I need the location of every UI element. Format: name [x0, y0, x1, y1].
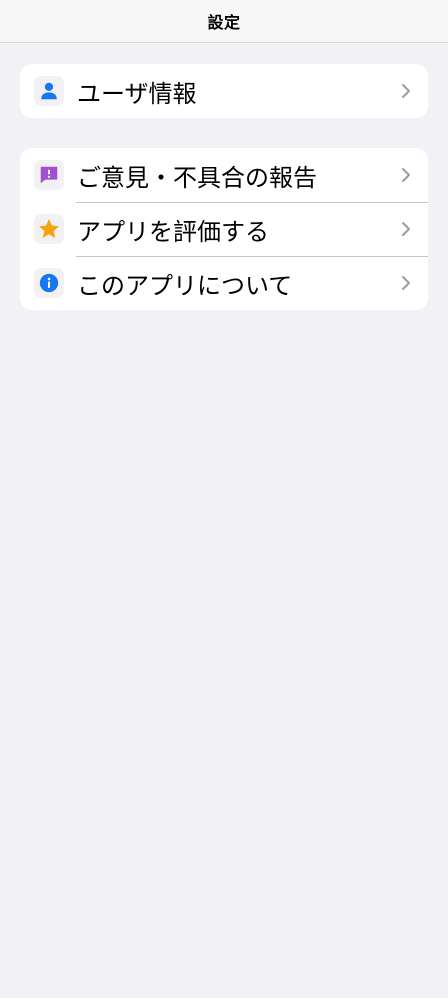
settings-row-label: ユーザ情報: [77, 79, 197, 108]
settings-row-label: アプリを評価する: [77, 217, 269, 246]
chevron-right-icon: [401, 167, 411, 183]
settings-group-app: ご意見・不具合の報告 アプリを評価する このアプリについて: [20, 148, 428, 310]
star-icon: [34, 214, 64, 244]
settings-group-account: ユーザ情報: [20, 64, 428, 118]
chevron-right-icon: [401, 83, 411, 99]
settings-row-label: このアプリについて: [77, 271, 293, 300]
navigation-bar: 設定: [0, 0, 448, 43]
settings-row-user-info[interactable]: ユーザ情報: [20, 64, 428, 118]
person-icon: [34, 76, 64, 106]
chevron-right-icon: [401, 221, 411, 237]
settings-row-label: ご意見・不具合の報告: [77, 163, 317, 192]
chevron-right-icon: [401, 275, 411, 291]
feedback-bubble-icon: [34, 160, 64, 190]
settings-row-about-app[interactable]: このアプリについて: [20, 256, 428, 310]
page-title: 設定: [207, 13, 241, 32]
settings-row-rate-app[interactable]: アプリを評価する: [20, 202, 428, 256]
settings-row-feedback[interactable]: ご意見・不具合の報告: [20, 148, 428, 202]
info-icon: [34, 268, 64, 298]
